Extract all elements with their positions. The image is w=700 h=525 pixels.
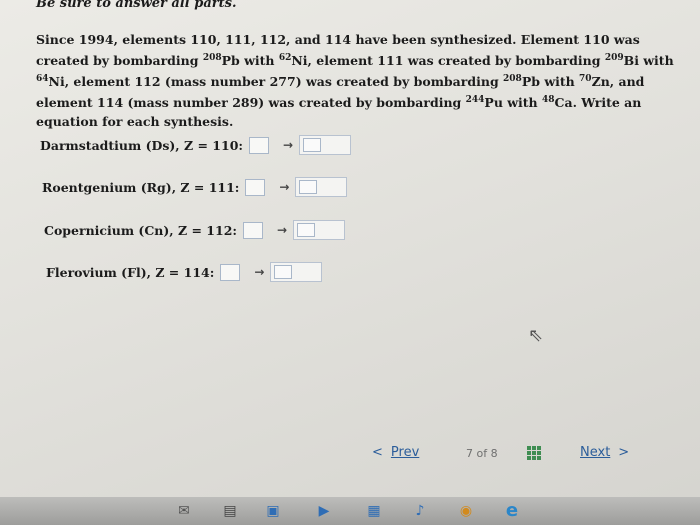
reactant-input[interactable] (243, 221, 264, 239)
instruction-header: Be sure to answer all parts. (36, 0, 237, 11)
store-icon[interactable]: ▣ (265, 503, 281, 519)
photos-icon[interactable]: ▦ (366, 503, 382, 519)
equation-row-roentgenium: Roentgenium (Rg), Z = 111: → (42, 177, 348, 197)
reactant-input[interactable] (220, 263, 241, 281)
page-indicator: 7 of 8 (466, 447, 498, 460)
chevron-right-icon: > (618, 445, 630, 460)
equation-row-flerovium: Flerovium (Fl), Z = 114: → (46, 262, 323, 282)
reactant-input[interactable] (249, 136, 270, 154)
prev-label: Prev (390, 445, 420, 460)
element-label: Roentgenium (Rg), Z = 111: (42, 179, 240, 195)
equation-row-copernicium: Copernicium (Cn), Z = 112: → (44, 220, 346, 240)
element-label: Flerovium (Fl), Z = 114: (46, 264, 215, 280)
reaction-arrow: → (279, 180, 290, 194)
product-input[interactable] (274, 265, 293, 279)
product-input-group[interactable] (270, 262, 323, 282)
question-text: Since 1994, elements 110, 111, 112, and … (36, 32, 674, 129)
task-view-icon[interactable]: ▤ (222, 503, 238, 519)
element-label: Darmstadtium (Ds), Z = 110: (40, 137, 244, 153)
product-input-group[interactable] (295, 177, 348, 197)
mouse-cursor-icon: ⇖ (528, 325, 544, 346)
product-input[interactable] (303, 138, 322, 152)
reaction-arrow: → (283, 138, 294, 152)
product-input[interactable] (299, 180, 318, 194)
product-input-group[interactable] (293, 220, 346, 240)
reactant-input[interactable] (245, 178, 266, 196)
element-label: Copernicium (Cn), Z = 112: (44, 222, 238, 238)
prev-button[interactable]: < Prev (372, 445, 419, 460)
music-icon[interactable]: ♪ (412, 503, 428, 519)
video-icon[interactable]: ▶ (316, 503, 332, 519)
product-input-group[interactable] (299, 135, 352, 155)
edge-icon[interactable]: e (504, 502, 520, 520)
chrome-icon[interactable]: ◉ (458, 503, 474, 519)
chevron-left-icon: < (372, 445, 383, 460)
question-page: Be sure to answer all parts. Since 1994,… (0, 0, 700, 525)
mail-icon[interactable]: ✉ (176, 503, 192, 519)
taskbar (0, 497, 700, 525)
equation-row-darmstadtium: Darmstadtium (Ds), Z = 110: → (40, 135, 352, 155)
next-button[interactable]: Next > (580, 445, 629, 460)
reaction-arrow: → (277, 223, 288, 237)
product-input[interactable] (297, 223, 316, 237)
question-grid-icon[interactable] (527, 446, 541, 460)
next-label: Next (580, 445, 611, 460)
reaction-arrow: → (254, 265, 265, 279)
